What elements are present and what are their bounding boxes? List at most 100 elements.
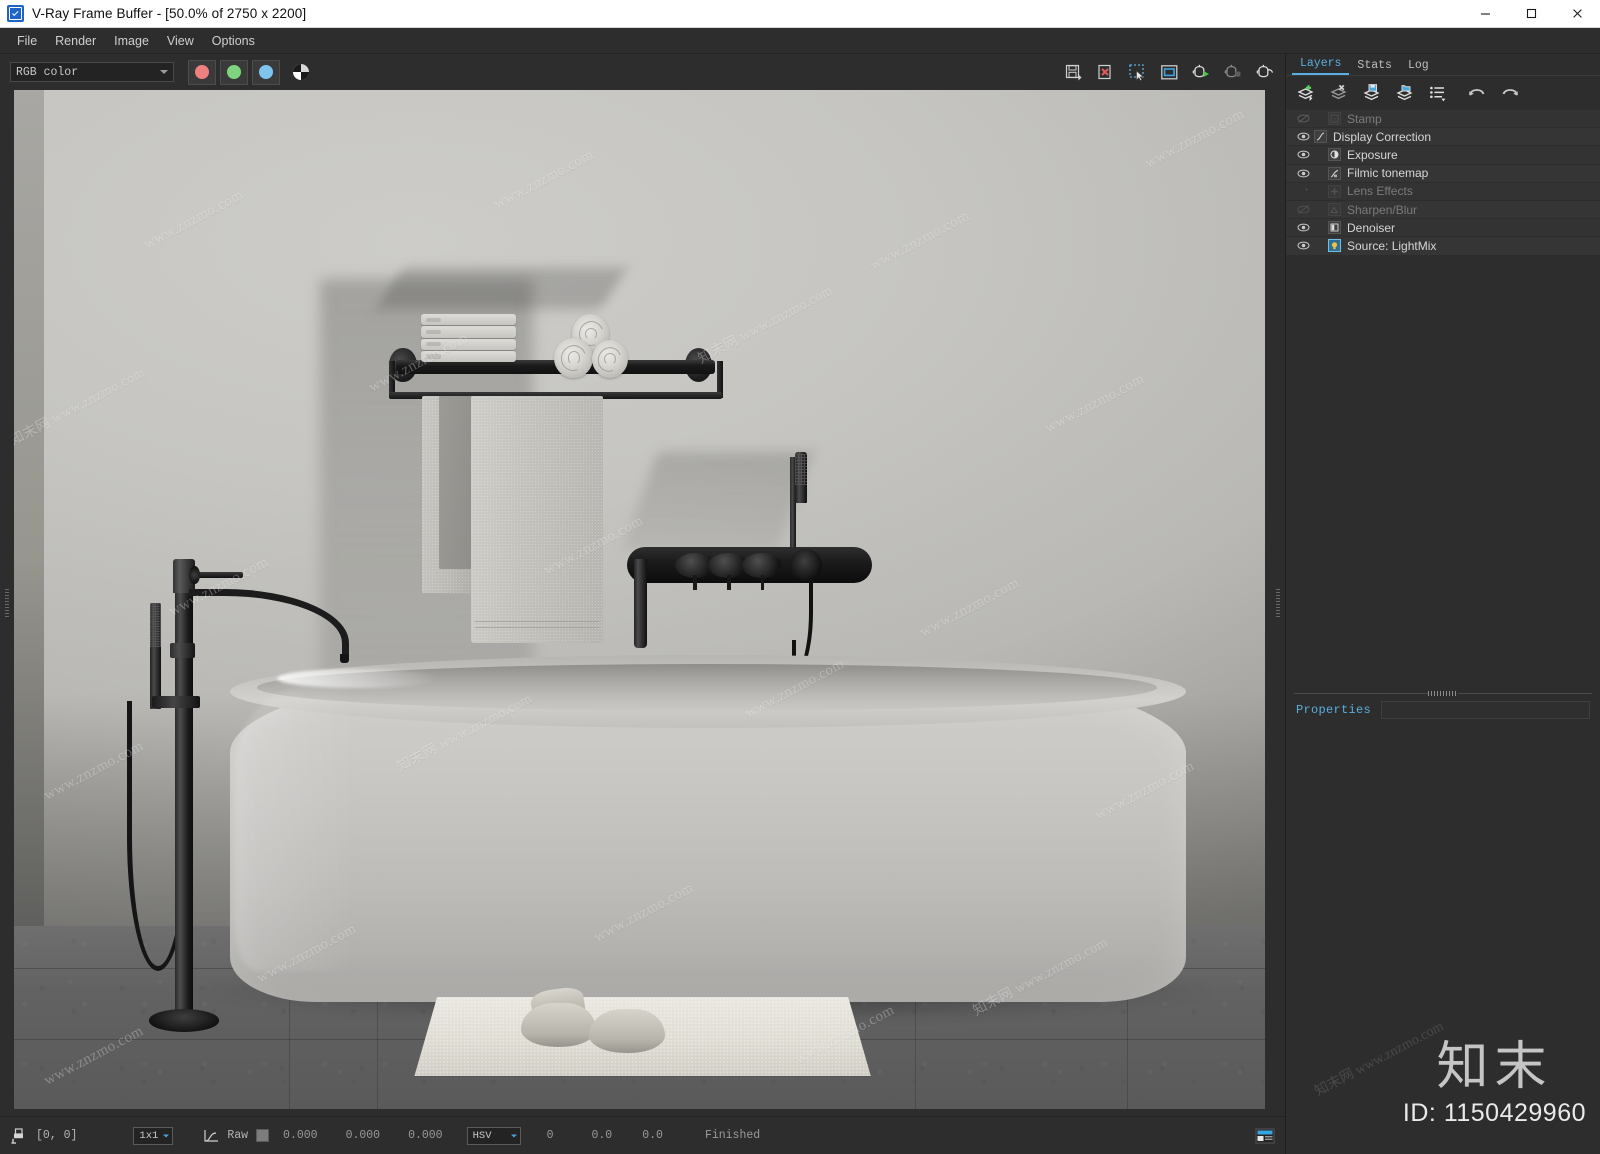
hsv-value-v: 0.0 [642,1129,663,1142]
hsv-value-h: 0 [546,1129,554,1142]
shelf-shadow-diagonal [376,268,628,310]
render-state: Finished [704,1129,761,1142]
visibility-toggle-off-icon[interactable] [1292,186,1314,197]
menu-options[interactable]: Options [203,31,264,51]
history-panel-icon[interactable] [1255,1128,1275,1144]
render-teapot-icon[interactable] [1253,60,1277,84]
menu-image[interactable]: Image [105,31,158,51]
visibility-toggle-on-icon[interactable] [1292,222,1314,233]
rgb-value-g: 0.000 [345,1129,381,1142]
layer-row[interactable]: i Stamp [1286,110,1600,129]
visibility-toggle-off-icon[interactable] [1292,113,1314,124]
layer-row[interactable]: Display Correction [1286,128,1600,147]
color-mode-value: HSV [472,1129,492,1142]
lens-plus-icon [1328,184,1341,198]
render-wall-left [14,90,45,936]
layer-toolbar [1286,76,1600,110]
minimize-button[interactable] [1462,0,1508,27]
color-swatch[interactable] [256,1129,270,1142]
raw-label: Raw [227,1129,249,1142]
load-layers-icon[interactable] [1393,81,1417,105]
brand-id: ID: 1150429960 [1402,1099,1586,1127]
mixer-spout [634,558,647,649]
stamp-icon: i [1328,112,1341,126]
redo-icon[interactable] [1498,81,1522,105]
tab-log[interactable]: Log [1400,57,1437,75]
layer-row[interactable]: Sharpen/Blur [1286,200,1600,220]
channel-select-value: RGB color [16,65,79,79]
layer-row[interactable]: Source: LightMix [1286,237,1600,256]
blue-channel-button[interactable] [252,59,280,85]
viewport-fit-icon[interactable] [1157,60,1181,84]
render-last-icon[interactable] [1189,60,1213,84]
layer-row[interactable]: Exposure [1286,146,1600,165]
curve-icon[interactable] [203,1128,219,1144]
layer-label: Stamp [1347,111,1382,126]
save-image-icon[interactable] [1061,60,1085,84]
slipper-left [520,1003,596,1047]
properties-field[interactable] [1381,700,1590,719]
menu-render[interactable]: Render [46,31,105,51]
dock-splitter[interactable] [1286,688,1600,699]
brand-watermark: 知末 ID: 1150429960 [1403,1041,1586,1128]
monochrome-button[interactable] [288,60,314,85]
filler-lever [188,565,243,585]
visibility-toggle-on-icon[interactable] [1292,240,1314,251]
image-viewport[interactable]: 知末网 www.znzmo.com www.znzmo.com www.znzm… [0,90,1285,1116]
mixer-handshower-holder [789,548,823,582]
render-stop-icon[interactable] [1221,60,1245,84]
layer-row[interactable]: Denoiser [1286,219,1600,238]
filler-handshower [150,602,162,709]
region-render-icon[interactable] [1125,60,1149,84]
chevron-down-icon [160,70,168,74]
chevron-down-icon [163,1134,170,1137]
layer-list: i Stamp Display Correction Exposure Film… [1286,110,1600,256]
bathroom-render-scene: 知末网 www.znzmo.com www.znzmo.com www.znzm… [14,90,1265,1109]
viewport-splitter-right[interactable] [1275,90,1281,1116]
main-body: RGB color 知末网 www.znzmo.com www.znzmo.co… [0,54,1600,1154]
channel-select[interactable]: RGB color [10,62,174,82]
curve-icon [1314,130,1327,144]
green-channel-button[interactable] [220,59,248,85]
layer-label: Source: LightMix [1347,238,1437,253]
maximize-button[interactable] [1508,0,1554,27]
menu-view[interactable]: View [158,31,203,51]
close-button[interactable] [1554,0,1600,27]
mixer-knob-3 [742,552,783,578]
layer-label: Sharpen/Blur [1347,202,1418,217]
sample-size-select[interactable]: 1x1 [133,1126,174,1145]
visibility-toggle-on-icon[interactable] [1292,168,1314,179]
chevron-down-icon [510,1134,517,1137]
red-channel-button[interactable] [188,59,216,85]
mixer-handshower-wand [794,451,808,503]
brand-name: 知末 [1436,1037,1553,1097]
save-all-image-icon[interactable] [1093,60,1117,84]
right-dock: Layers Stats Log i Stamp Display Correct… [1285,54,1600,1154]
layer-row[interactable]: Lens Effects [1286,182,1600,201]
visibility-toggle-on-icon[interactable] [1292,149,1314,160]
layer-list-empty-area[interactable] [1286,255,1600,689]
color-mode-select[interactable]: HSV [466,1126,521,1145]
pixel-lock-icon[interactable] [10,1127,26,1145]
viewport-splitter-left[interactable] [4,90,10,1116]
visibility-toggle-off-icon[interactable] [1292,204,1314,215]
slipper-right [589,1009,665,1053]
layer-label: Display Correction [1333,129,1432,144]
title-bar: V-Ray Frame Buffer - [50.0% of 2750 x 22… [0,0,1600,28]
save-layers-icon[interactable] [1360,81,1384,105]
visibility-toggle-on-icon[interactable] [1292,131,1314,142]
vray-checkbox-icon [7,5,24,22]
undo-icon[interactable] [1465,81,1489,105]
layer-row[interactable]: Filmic tonemap [1286,164,1600,183]
render-image[interactable]: 知末网 www.znzmo.com www.znzmo.com www.znzm… [14,90,1265,1109]
delete-layer-icon[interactable] [1327,81,1351,105]
menu-file[interactable]: File [8,31,46,51]
tab-stats[interactable]: Stats [1349,57,1400,75]
folded-towels [420,314,516,362]
exposure-icon [1328,148,1341,162]
tab-layers[interactable]: Layers [1292,55,1350,75]
layer-presets-icon[interactable] [1426,81,1450,105]
add-layer-icon[interactable] [1294,81,1318,105]
properties-header: Properties [1286,699,1600,721]
sample-size-value: 1x1 [139,1129,159,1142]
